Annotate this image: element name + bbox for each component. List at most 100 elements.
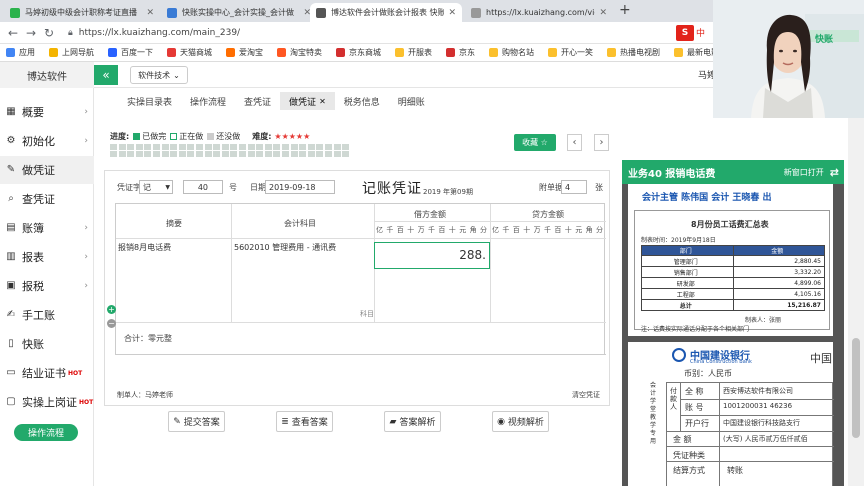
progress-cell[interactable] (342, 144, 350, 150)
add-row-icon[interactable]: + (107, 305, 116, 314)
progress-cell[interactable] (127, 151, 135, 157)
bookmark-item[interactable]: 京东商城 (336, 47, 381, 58)
progress-cell[interactable] (273, 144, 281, 150)
progress-cell[interactable] (221, 144, 229, 150)
progress-cell[interactable] (178, 151, 186, 157)
progress-cell[interactable] (325, 151, 332, 157)
progress-cell[interactable] (325, 144, 332, 150)
page-scrollbar[interactable] (848, 118, 864, 486)
tech-dropdown[interactable]: 软件技术 ⌄ (130, 66, 188, 84)
operation-flow-button[interactable]: 操作流程 (14, 424, 78, 441)
progress-cell[interactable] (110, 144, 117, 150)
progress-cell[interactable] (178, 144, 186, 150)
bookmark-item[interactable]: 热播电视剧 (607, 47, 660, 58)
progress-cell[interactable] (307, 144, 315, 150)
debit-amount-input[interactable]: 288. (374, 242, 490, 269)
voucher-number-input[interactable]: 40 (183, 180, 223, 194)
close-icon[interactable]: ✕ (319, 97, 326, 106)
progress-cell[interactable] (333, 144, 341, 150)
clear-voucher-link[interactable]: 清空凭证 (572, 390, 600, 400)
progress-cell[interactable] (170, 151, 178, 157)
progress-cell[interactable] (290, 151, 298, 157)
close-icon[interactable]: ✕ (595, 8, 607, 18)
tab-detail-ledger[interactable]: 明细账 (389, 92, 434, 110)
sidebar-item-make-voucher[interactable]: ✎ 做凭证 (0, 156, 94, 184)
progress-cell[interactable] (221, 151, 229, 157)
progress-cell[interactable] (239, 151, 246, 157)
collect-button[interactable]: 收藏 ☆ (514, 134, 556, 151)
progress-cell[interactable] (239, 144, 246, 150)
progress-cell[interactable] (333, 151, 341, 157)
progress-cell[interactable] (196, 144, 203, 150)
progress-cell[interactable] (230, 151, 238, 157)
bookmark-item[interactable]: 京东 (446, 47, 475, 58)
close-icon[interactable]: ✕ (142, 8, 154, 18)
tab-catalog[interactable]: 实操目录表 (118, 92, 181, 110)
back-icon[interactable]: ← (4, 26, 22, 40)
progress-cell[interactable] (282, 151, 289, 157)
progress-cell[interactable] (110, 151, 117, 157)
collapse-sidebar-button[interactable]: « (94, 65, 118, 85)
browser-tab-4[interactable]: https://lx.kuaizhang.com/view ✕ (465, 3, 613, 22)
answer-explain-button[interactable]: ▰ 答案解析 (384, 411, 441, 432)
sidebar-item-tax[interactable]: ▣ 报税 › (0, 272, 94, 300)
remove-row-icon[interactable]: − (107, 319, 116, 328)
bookmark-apps[interactable]: 应用 (6, 47, 35, 58)
view-answer-button[interactable]: ≣ 查看答案 (276, 411, 333, 432)
bookmark-item[interactable]: 开心一笑 (548, 47, 593, 58)
browser-tab-1[interactable]: 马婷初级中级会计职称考证直播 ✕ (4, 3, 160, 22)
extension-s-icon[interactable]: S (676, 25, 694, 41)
open-new-window-link[interactable]: 新窗口打开 (784, 167, 824, 178)
voucher-date-input[interactable]: 2019-09-18 (265, 180, 335, 194)
progress-cell[interactable] (153, 151, 160, 157)
progress-cell[interactable] (230, 144, 238, 150)
tab-tax-info[interactable]: 税务信息 (335, 92, 389, 110)
sidebar-item-query-voucher[interactable]: ⌕ 查凭证 (0, 185, 94, 213)
progress-cell[interactable] (256, 151, 264, 157)
submit-answer-button[interactable]: ✎ 提交答案 (168, 411, 225, 432)
sidebar-item-certificate[interactable]: ▭ 结业证书 HOT (0, 359, 94, 387)
progress-cell[interactable] (187, 144, 195, 150)
tab-flow[interactable]: 操作流程 (181, 92, 235, 110)
forward-icon[interactable]: → (22, 26, 40, 40)
progress-cell[interactable] (213, 151, 221, 157)
progress-cell[interactable] (299, 144, 307, 150)
attach-count-input[interactable]: 4 (561, 180, 587, 194)
progress-cell[interactable] (290, 144, 298, 150)
bookmark-item[interactable]: 淘宝特卖 (277, 47, 322, 58)
progress-cell[interactable] (264, 151, 272, 157)
progress-cell[interactable] (144, 151, 152, 157)
progress-cell[interactable] (135, 144, 143, 150)
progress-cell[interactable] (247, 144, 255, 150)
new-tab-button[interactable]: + (619, 2, 631, 18)
progress-cell[interactable] (196, 151, 203, 157)
sidebar-item-report[interactable]: ▥ 报表 › (0, 243, 94, 271)
video-explain-button[interactable]: ◉ 视频解析 (492, 411, 549, 432)
sidebar-item-init[interactable]: ⚙ 初始化 › (0, 127, 94, 155)
bookmark-item[interactable]: 天猫商城 (167, 47, 212, 58)
progress-cell[interactable] (299, 151, 307, 157)
sidebar-item-license[interactable]: ▢ 实操上岗证 HOT (0, 388, 94, 416)
sidebar-item-manual[interactable]: ✍ 手工账 (0, 301, 94, 329)
bookmark-item[interactable]: 开服表 (395, 47, 432, 58)
progress-cell[interactable] (204, 144, 212, 150)
progress-cell[interactable] (213, 144, 221, 150)
progress-cell[interactable] (282, 144, 289, 150)
progress-cell[interactable] (204, 151, 212, 157)
voucher-word-select[interactable]: 记 ▼ (139, 180, 173, 194)
close-icon[interactable]: ✕ (444, 8, 456, 18)
browser-tab-2[interactable]: 快账实操中心_会计实操_会计做 ✕ (161, 3, 317, 22)
progress-cell[interactable] (256, 144, 264, 150)
progress-cell[interactable] (135, 151, 143, 157)
progress-cell[interactable] (316, 151, 324, 157)
bookmark-item[interactable]: 爱淘宝 (226, 47, 263, 58)
progress-cell[interactable] (170, 144, 178, 150)
entry-subject-cell[interactable]: 5602010 管理费用 - 通讯费 (234, 242, 372, 253)
progress-cell[interactable] (118, 144, 126, 150)
progress-cell[interactable] (307, 151, 315, 157)
progress-cell[interactable] (264, 144, 272, 150)
swap-icon[interactable]: ⇄ (830, 166, 839, 179)
progress-cell[interactable] (127, 144, 135, 150)
progress-cell[interactable] (273, 151, 281, 157)
progress-cell[interactable] (247, 151, 255, 157)
